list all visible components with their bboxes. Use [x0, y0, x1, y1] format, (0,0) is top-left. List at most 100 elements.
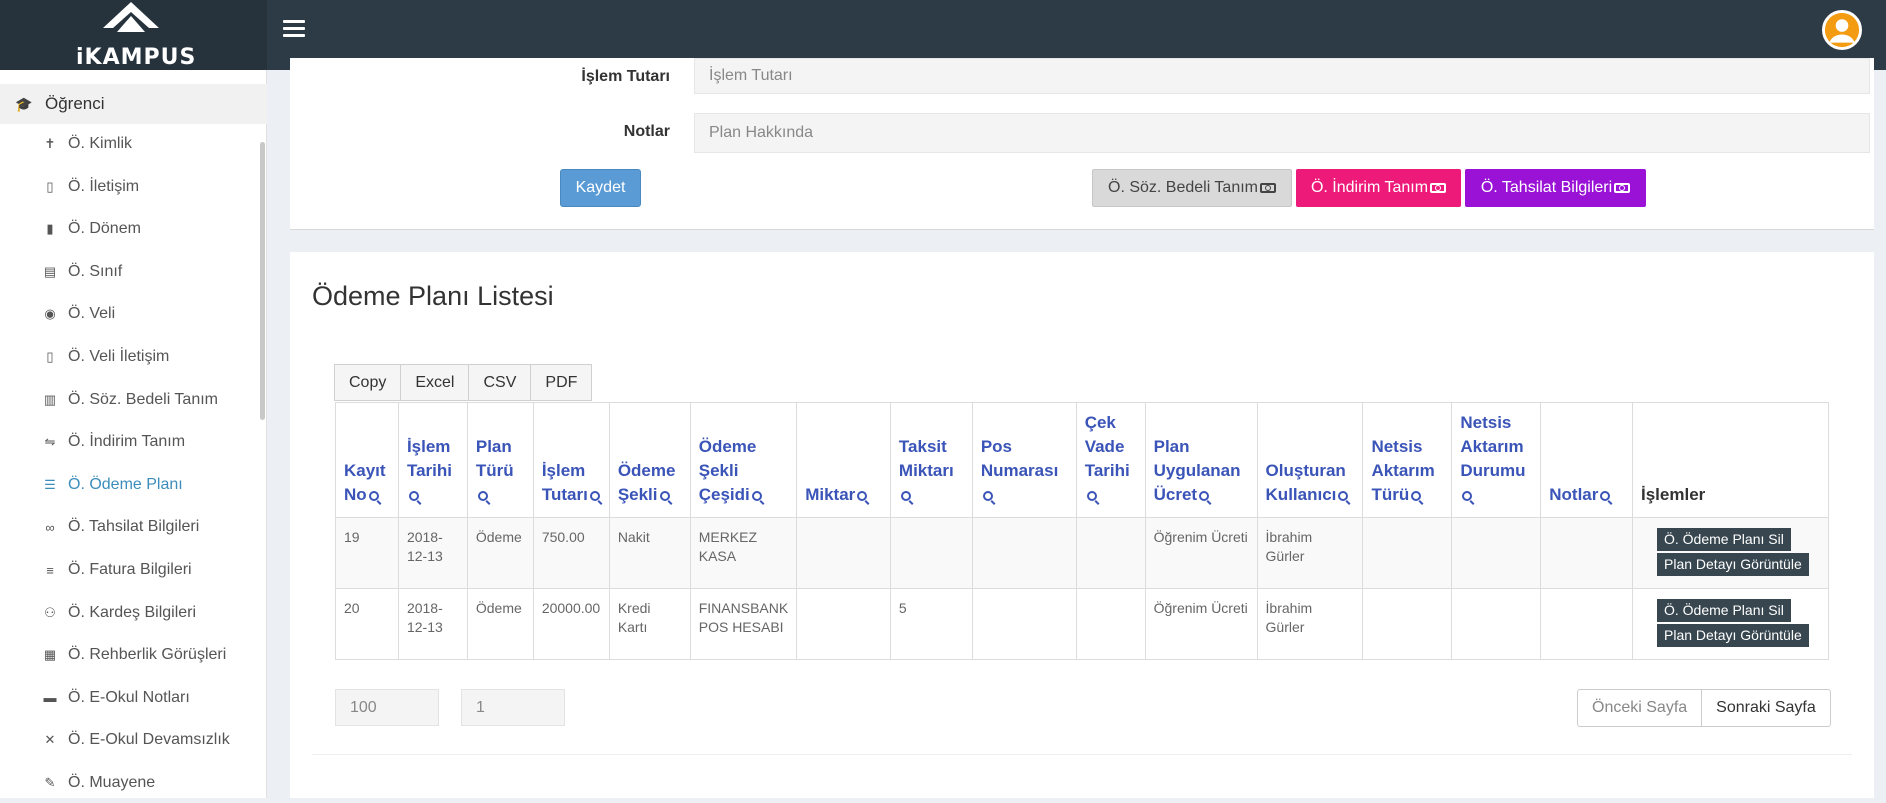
sidebar-item[interactable]: ✎ Ö. Muayene: [0, 763, 258, 803]
user-avatar[interactable]: [1822, 10, 1862, 50]
sidebar-item[interactable]: ▯ Ö. İletişim: [0, 167, 258, 207]
excel-button[interactable]: Excel: [400, 364, 470, 401]
discount-icon: ⇋: [44, 434, 56, 450]
column-header-label: İşlem Tutarı: [541, 461, 588, 504]
sidebar-item[interactable]: ▦ Ö. Rehberlik Görüşleri: [0, 635, 258, 675]
search-icon[interactable]: [1411, 490, 1422, 501]
table-cell: [971, 588, 1077, 660]
amount-input[interactable]: İşlem Tutarı: [694, 58, 1870, 94]
money-icon: [1430, 183, 1447, 193]
logo[interactable]: iKAMPUS: [0, 0, 267, 70]
search-icon[interactable]: [659, 490, 670, 501]
sidebar-item[interactable]: ◉ Ö. Veli: [0, 294, 258, 334]
column-header[interactable]: Pos Numarası: [971, 402, 1077, 518]
menu-toggle-icon[interactable]: [283, 20, 305, 40]
column-header[interactable]: İşlem Tarihi: [397, 402, 468, 518]
collection-info-button[interactable]: Ö. Tahsilat Bilgileri: [1465, 169, 1646, 207]
sidebar-item[interactable]: ≡ Ö. Fatura Bilgileri: [0, 550, 258, 590]
copy-button[interactable]: Copy: [334, 364, 402, 401]
delete-plan-button[interactable]: Ö. Ödeme Planı Sil: [1657, 599, 1791, 622]
column-header[interactable]: Plan Uygulanan Ücret: [1144, 402, 1258, 518]
column-header[interactable]: Ödeme Şekli: [608, 402, 691, 518]
sidebar-item[interactable]: ✝ Ö. Kimlik: [0, 124, 258, 164]
search-icon[interactable]: [1462, 490, 1473, 501]
money-icon: [1260, 183, 1276, 193]
search-icon[interactable]: [857, 490, 868, 501]
search-icon[interactable]: [900, 490, 911, 501]
sidebar-item[interactable]: ✕ Ö. E-Okul Devamsızlık: [0, 720, 258, 760]
sidebar-item[interactable]: ⇋ Ö. İndirim Tanım: [0, 422, 258, 462]
view-plan-detail-button[interactable]: Plan Detayı Görüntüle: [1657, 624, 1809, 647]
sidebar-item[interactable]: ☰ Ö. Ödeme Planı: [0, 465, 258, 505]
search-icon[interactable]: [589, 490, 600, 501]
save-button[interactable]: Kaydet: [560, 169, 641, 207]
discount-button[interactable]: Ö. İndirim Tanım: [1296, 169, 1461, 207]
lines-icon: ≡: [46, 562, 54, 578]
sidebar-section-label: Öğrenci: [45, 94, 105, 113]
delete-plan-button[interactable]: Ö. Ödeme Planı Sil: [1657, 528, 1791, 551]
page-size-input[interactable]: 100: [335, 689, 439, 726]
view-plan-detail-button[interactable]: Plan Detayı Görüntüle: [1657, 553, 1809, 576]
sidebar-section-ogrenci[interactable]: 🎓 Öğrenci: [0, 84, 267, 124]
column-header[interactable]: Ödeme Şekli Çeşidi: [689, 402, 798, 518]
column-header[interactable]: Notlar: [1540, 402, 1633, 518]
table-cell: [971, 517, 1077, 589]
contract-fee-button[interactable]: Ö. Söz. Bedeli Tanım: [1092, 169, 1292, 207]
sidebar-item[interactable]: ▯ Ö. Veli İletişim: [0, 337, 258, 377]
column-header[interactable]: Plan Türü: [466, 402, 534, 518]
search-icon[interactable]: [1086, 490, 1097, 501]
search-icon[interactable]: [1199, 490, 1210, 501]
card-icon: ▬: [43, 690, 57, 706]
column-header-label: Netsis Aktarım Durumu: [1460, 413, 1526, 480]
table-cell: [1075, 517, 1146, 589]
column-header[interactable]: İşlem Tutarı: [532, 402, 610, 518]
sidebar-scrollbar[interactable]: [260, 142, 265, 420]
column-header[interactable]: Çek Vade Tarihi: [1075, 402, 1146, 518]
column-header[interactable]: Miktar: [796, 402, 891, 518]
table-cell: [1362, 588, 1453, 660]
contract-fee-label: Ö. Söz. Bedeli Tanım: [1108, 179, 1258, 196]
document-icon: ▥: [43, 391, 57, 407]
table-cell: 19: [335, 517, 399, 589]
search-icon[interactable]: [477, 490, 488, 501]
search-icon[interactable]: [368, 490, 379, 501]
next-page-button[interactable]: Sonraki Sayfa: [1701, 689, 1831, 727]
sidebar-item[interactable]: ▮ Ö. Dönem: [0, 209, 258, 249]
search-icon[interactable]: [1338, 490, 1349, 501]
search-icon[interactable]: [408, 490, 419, 501]
actions-cell: Ö. Ödeme Planı Sil Plan Detayı Görüntüle: [1632, 517, 1829, 589]
amount-label: İşlem Tutarı: [581, 68, 670, 85]
search-icon[interactable]: [1600, 490, 1611, 501]
sidebar-item[interactable]: ▤ Ö. Sınıf: [0, 252, 258, 292]
table-row: 20 2018-12-13 Ödeme 20000.00 Kredi Kartı FINA…: [335, 588, 1829, 660]
sidebar-item[interactable]: ▬ Ö. E-Okul Notları: [0, 678, 258, 718]
sidebar-item[interactable]: ▥ Ö. Söz. Bedeli Tanım: [0, 380, 258, 420]
sidebar-item-label: Ö. Muayene: [68, 774, 156, 791]
column-header[interactable]: Kayıt No: [335, 402, 399, 518]
search-icon[interactable]: [982, 490, 993, 501]
table-cell: 750.00: [532, 517, 610, 589]
graduation-cap-icon: 🎓: [15, 95, 33, 112]
sidebar-item[interactable]: ⚇ Ö. Kardeş Bilgileri: [0, 593, 258, 633]
discount-label: Ö. İndirim Tanım: [1310, 179, 1429, 196]
sidebar-item-label: Ö. E-Okul Devamsızlık: [68, 731, 230, 749]
column-header[interactable]: İşlemler: [1632, 402, 1829, 518]
sidebar-item[interactable]: ∞ Ö. Tahsilat Bilgileri: [0, 507, 258, 547]
column-header[interactable]: Netsis Aktarım Durumu: [1451, 402, 1542, 518]
pdf-button[interactable]: PDF: [530, 364, 593, 401]
search-icon[interactable]: [751, 490, 762, 501]
book-icon: ▮: [46, 221, 54, 237]
page-number-input[interactable]: 1: [461, 689, 565, 726]
logo-roof-icon: [103, 2, 159, 32]
csv-button[interactable]: CSV: [468, 364, 532, 401]
sidebar-item-label: Ö. Veli: [68, 305, 116, 323]
column-header-label: İşlemler: [1641, 485, 1706, 504]
list-icon: ☰: [44, 476, 56, 492]
column-header[interactable]: Oluşturan Kullanıcı: [1256, 402, 1364, 518]
notes-input[interactable]: Plan Hakkında: [694, 113, 1870, 153]
column-header-label: Kayıt No: [344, 461, 386, 504]
column-header[interactable]: Taksit Miktarı: [889, 402, 973, 518]
column-header[interactable]: Netsis Aktarım Türü: [1362, 402, 1453, 518]
prev-page-button[interactable]: Önceki Sayfa: [1577, 689, 1703, 727]
table-cell: MERKEZ KASA: [689, 517, 798, 589]
